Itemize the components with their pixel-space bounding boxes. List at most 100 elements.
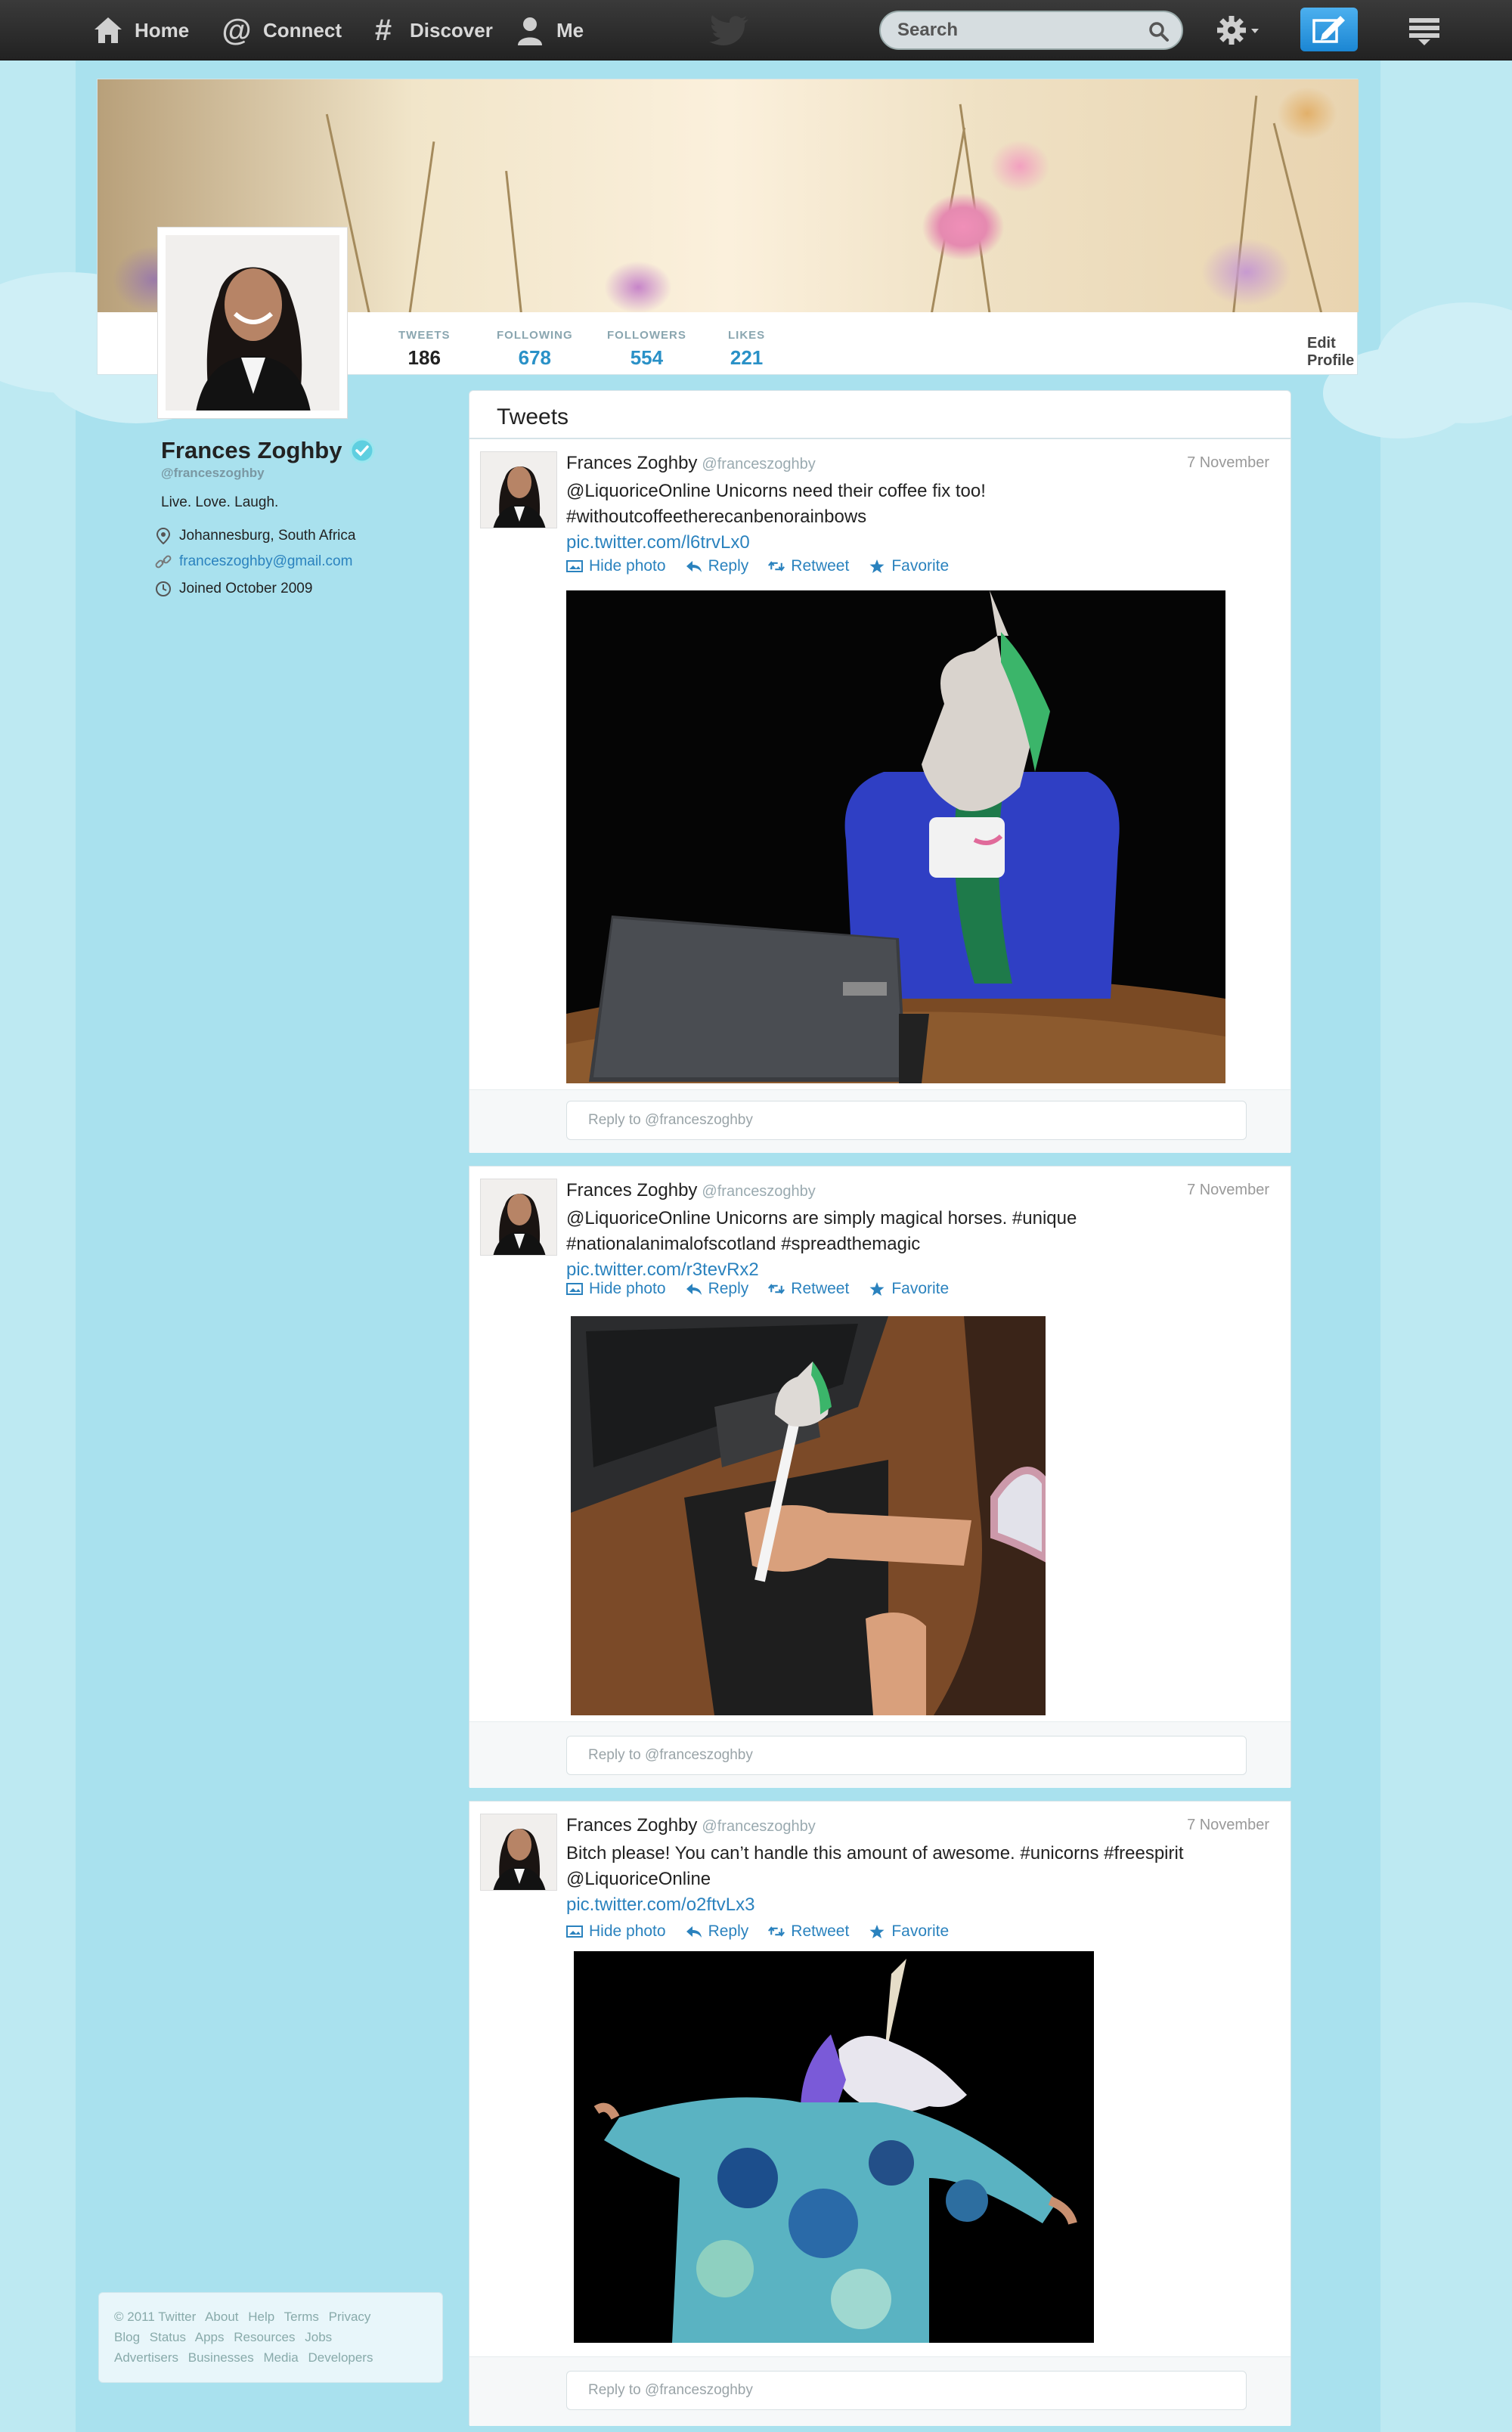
reply-input[interactable]: Reply to @franceszoghby — [566, 2371, 1247, 2410]
footer-link-media[interactable]: Media — [263, 2350, 298, 2365]
nav-me[interactable]: Me — [514, 0, 584, 60]
nav-connect-label: Connect — [263, 18, 342, 42]
tweet-date[interactable]: 7 November — [1187, 1817, 1269, 1834]
tweet-photo-link[interactable]: pic.twitter.com/o2ftvLx3 — [566, 1892, 1216, 1918]
nav-home[interactable]: Home — [92, 0, 189, 60]
twitter-bird-icon[interactable] — [709, 15, 750, 45]
stat-followers[interactable]: FOLLOWERS 554 — [607, 329, 686, 370]
footer-link-businesses[interactable]: Businesses — [188, 2350, 254, 2365]
reply-input[interactable]: Reply to @franceszoghby — [566, 1101, 1247, 1140]
footer-link-terms[interactable]: Terms — [284, 2310, 319, 2324]
stat-following[interactable]: FOLLOWING 678 — [497, 329, 573, 370]
footer-link-about[interactable]: About — [205, 2310, 238, 2324]
retweet-label: Retweet — [791, 1922, 850, 1940]
tweet-text-line: @LiquoriceOnline Unicorns are simply mag… — [566, 1208, 1077, 1228]
user-icon — [514, 14, 546, 46]
tweet-photo[interactable] — [571, 1316, 1046, 1715]
tweet-item[interactable]: Frances Zoghby @franceszoghby 7 November … — [469, 438, 1291, 1153]
profile-location-text: Johannesburg, South Africa — [179, 528, 356, 544]
reply-icon — [686, 1284, 702, 1295]
footer-link-blog[interactable]: Blog — [114, 2330, 140, 2344]
tweet-author-name: Frances Zoghby — [566, 1180, 698, 1201]
footer-row: Blog Status Apps Resources Jobs — [114, 2327, 427, 2347]
footer-link-advertisers[interactable]: Advertisers — [114, 2350, 178, 2365]
reply-button[interactable]: Reply — [686, 1922, 749, 1941]
hide-photo-button[interactable]: Hide photo — [566, 557, 666, 575]
star-icon — [869, 1282, 885, 1296]
nav-discover-label: Discover — [410, 18, 493, 42]
tweet-text: @LiquoriceOnline Unicorns need their cof… — [566, 479, 1216, 556]
search-icon[interactable] — [1148, 21, 1170, 42]
tweet-avatar[interactable] — [480, 1814, 557, 1891]
footer-link-developers[interactable]: Developers — [308, 2350, 373, 2365]
hide-photo-button[interactable]: Hide photo — [566, 1922, 666, 1941]
reply-label: Reply — [708, 1922, 749, 1940]
stat-tweets[interactable]: TWEETS 186 — [398, 329, 451, 370]
tweet-author-handle: @franceszoghby — [702, 456, 816, 472]
footer-row: © 2011 Twitter About Help Terms Privacy — [114, 2307, 427, 2327]
tweet-author[interactable]: Frances Zoghby @franceszoghby — [566, 1815, 816, 1836]
stat-likes[interactable]: LIKES 221 — [728, 329, 765, 370]
tweet-photo[interactable] — [574, 1951, 1094, 2343]
reply-label: Reply — [708, 557, 749, 575]
footer-link-jobs[interactable]: Jobs — [305, 2330, 332, 2344]
reply-input[interactable]: Reply to @franceszoghby — [566, 1736, 1247, 1775]
favorite-button[interactable]: Favorite — [869, 557, 949, 575]
footer-link-resources[interactable]: Resources — [234, 2330, 295, 2344]
gear-icon[interactable] — [1215, 14, 1268, 47]
unicorn-costume-photo — [574, 1951, 1094, 2343]
footer-link-help[interactable]: Help — [248, 2310, 274, 2324]
compose-tweet-button[interactable] — [1300, 8, 1358, 51]
profile-avatar[interactable] — [157, 227, 348, 419]
retweet-button[interactable]: Retweet — [768, 1280, 849, 1298]
favorite-button[interactable]: Favorite — [869, 1922, 949, 1941]
tweet-author[interactable]: Frances Zoghby @franceszoghby — [566, 1180, 816, 1201]
reply-button[interactable]: Reply — [686, 557, 749, 575]
tweet-text-line: #withoutcoffeetherecanbenorainbows — [566, 507, 867, 527]
tweet-date[interactable]: 7 November — [1187, 1182, 1269, 1199]
tweet-avatar[interactable] — [480, 451, 557, 528]
edit-profile-button[interactable]: Edit Profile — [1307, 335, 1357, 370]
footer-link-apps[interactable]: Apps — [195, 2330, 225, 2344]
stat-followers-label: FOLLOWERS — [607, 329, 686, 342]
reply-icon — [686, 561, 702, 572]
retweet-button[interactable]: Retweet — [768, 557, 849, 575]
profile-email-link[interactable]: franceszoghby@gmail.com — [155, 553, 352, 570]
tweet-actions: Hide photo Reply Retweet Favorite — [566, 1280, 949, 1298]
nav-connect[interactable]: @ Connect — [221, 0, 342, 60]
tweet-author[interactable]: Frances Zoghby @franceszoghby — [566, 453, 816, 474]
stat-followers-value: 554 — [630, 346, 664, 369]
profile-email-text: franceszoghby@gmail.com — [179, 553, 353, 569]
tweet-author-name: Frances Zoghby — [566, 1815, 698, 1836]
retweet-icon — [768, 1926, 785, 1937]
at-sign-icon: @ — [222, 13, 252, 47]
search-input[interactable]: Search — [879, 11, 1183, 50]
reply-button[interactable]: Reply — [686, 1280, 748, 1298]
tweet-text-line: @LiquoriceOnline Unicorns need their cof… — [566, 481, 986, 501]
nav-discover[interactable]: # Discover — [367, 0, 493, 60]
favorite-button[interactable]: Favorite — [869, 1280, 949, 1298]
tweet-avatar[interactable] — [480, 1179, 557, 1256]
footer-link-privacy[interactable]: Privacy — [329, 2310, 371, 2324]
photo-icon — [566, 1925, 583, 1938]
tweet-photo-link[interactable]: pic.twitter.com/l6trvLx0 — [566, 530, 1216, 556]
footer-link-status[interactable]: Status — [150, 2330, 186, 2344]
stat-tweets-value: 186 — [407, 346, 441, 369]
tweet-photo[interactable] — [566, 590, 1225, 1083]
tweet-item[interactable]: Frances Zoghby @franceszoghby 7 November … — [469, 1166, 1291, 1788]
hashtag-icon: # — [374, 13, 392, 47]
retweet-icon — [768, 561, 785, 572]
hide-photo-button[interactable]: Hide photo — [566, 1280, 666, 1298]
compose-icon — [1312, 16, 1345, 43]
tweet-photo-link[interactable]: pic.twitter.com/r3tevRx2 — [566, 1257, 1216, 1283]
verified-badge-icon — [349, 438, 375, 463]
favorite-label: Favorite — [891, 1922, 950, 1940]
reply-area: Reply to @franceszoghby — [469, 1089, 1290, 1153]
tweet-date[interactable]: 7 November — [1187, 454, 1269, 472]
retweet-button[interactable]: Retweet — [768, 1922, 849, 1941]
tweet-actions: Hide photo Reply Retweet Favorite — [566, 1922, 949, 1941]
stat-tweets-label: TWEETS — [398, 329, 451, 342]
menu-icon[interactable] — [1408, 15, 1441, 45]
tweet-item[interactable]: Frances Zoghby @franceszoghby 7 November … — [469, 1801, 1291, 2426]
hide-photo-label: Hide photo — [589, 1280, 666, 1297]
